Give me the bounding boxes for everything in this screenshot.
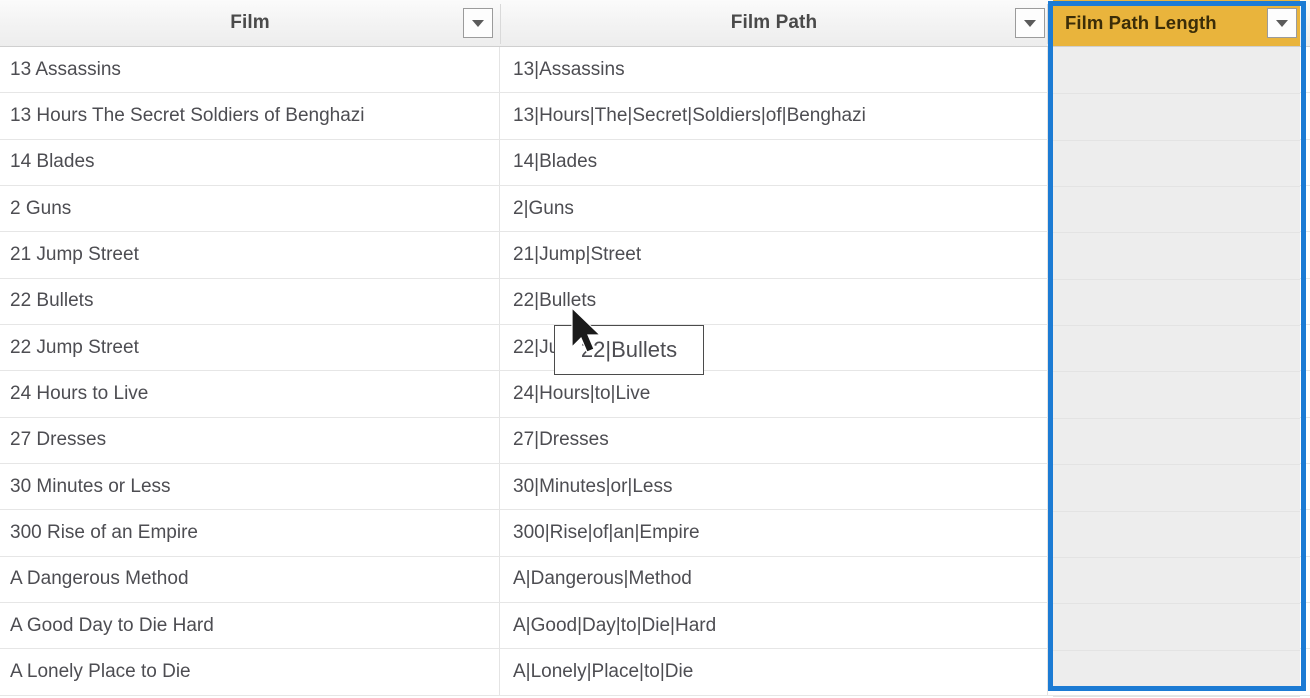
cell-film[interactable]: A Lonely Place to Die	[0, 649, 500, 695]
header-separator	[500, 4, 501, 44]
cell-film[interactable]: 13 Assassins	[0, 47, 500, 93]
cell-film-path-length[interactable]: 2	[1053, 186, 1300, 231]
cell-tooltip: 22|Bullets	[554, 325, 704, 375]
cell-tooltip-text: 22|Bullets	[580, 337, 678, 362]
cell-film[interactable]: 13 Hours The Secret Soldiers of Benghazi	[0, 93, 500, 139]
cell-film-path[interactable]: 13|Assassins	[500, 47, 1048, 93]
cell-film[interactable]: 22 Jump Street	[0, 325, 500, 371]
cell-film[interactable]: 27 Dresses	[0, 417, 500, 464]
column-header-film-path-label: Film Path	[730, 12, 818, 33]
cell-film-path-length[interactable]: 2	[1053, 140, 1300, 185]
cell-film[interactable]: 22 Bullets	[0, 278, 500, 325]
cell-film-path[interactable]: 13|Hours|The|Secret|Soldiers|of|Benghazi	[500, 93, 1048, 139]
filter-button-film-path[interactable]	[1015, 8, 1045, 38]
cell-film-path[interactable]: 27|Dresses	[500, 417, 1048, 464]
chevron-down-icon	[1276, 19, 1288, 27]
chevron-down-icon	[472, 19, 484, 27]
table-row[interactable]: A Lonely Place to Die A|Lonely|Place|to|D…	[0, 649, 1310, 696]
header-separator	[1047, 4, 1048, 44]
cell-film-path-length[interactable]: 5	[1053, 649, 1300, 694]
cell-film-path-length[interactable]: 7	[1053, 93, 1300, 138]
cell-film[interactable]: 2 Guns	[0, 186, 500, 232]
table-row[interactable]: 22 Bullets 22|Bullets 2	[0, 278, 1310, 326]
cell-film-path[interactable]: 21|Jump|Street	[500, 232, 1048, 278]
table-row[interactable]: A Good Day to Die Hard A|Good|Day|to|Die|…	[0, 603, 1310, 650]
cell-film-path[interactable]: 24|Hours|to|Live	[500, 371, 1048, 417]
cell-film-path-length[interactable]: 2	[1053, 47, 1300, 92]
cell-film[interactable]: 14 Blades	[0, 139, 500, 186]
column-header-film-label: Film	[230, 12, 270, 33]
column-header-film[interactable]: Film	[0, 0, 500, 46]
table-row[interactable]: 13 Hours The Secret Soldiers of Benghazi…	[0, 93, 1310, 140]
column-header-film-path-length[interactable]: Film Path Length	[1053, 0, 1300, 46]
cell-film[interactable]: 300 Rise of an Empire	[0, 510, 500, 556]
cell-film-path-length[interactable]: 6	[1053, 603, 1300, 648]
table-row[interactable]: 13 Assassins 13|Assassins 2	[0, 47, 1310, 94]
chevron-down-icon	[1024, 19, 1036, 27]
cell-film-path-length[interactable]: 3	[1053, 325, 1300, 370]
cell-film[interactable]: 24 Hours to Live	[0, 371, 500, 417]
filter-button-film[interactable]	[463, 8, 493, 38]
cell-film-path-length[interactable]: 3	[1053, 557, 1300, 602]
cell-film[interactable]: 21 Jump Street	[0, 232, 500, 278]
cell-film-path-length[interactable]: 2	[1053, 279, 1300, 324]
cell-film-path[interactable]: 300|Rise|of|an|Empire	[500, 510, 1048, 556]
column-header-film-path[interactable]: Film Path	[500, 0, 1048, 46]
table-row[interactable]: 30 Minutes or Less 30|Minutes|or|Less 4	[0, 464, 1310, 511]
table-row[interactable]: 14 Blades 14|Blades 2	[0, 139, 1310, 187]
cell-film[interactable]: 30 Minutes or Less	[0, 464, 500, 510]
cell-film-path-length[interactable]: 4	[1053, 464, 1300, 509]
cell-film-path[interactable]: 30|Minutes|or|Less	[500, 464, 1048, 510]
table-row[interactable]: 300 Rise of an Empire 300|Rise|of|an|Empi…	[0, 510, 1310, 557]
spreadsheet-grid: Film Film Path Film Path Length 13 Assas…	[0, 0, 1310, 698]
column-header-row: Film Film Path Film Path Length	[0, 0, 1310, 47]
cell-film-path[interactable]: A|Good|Day|to|Die|Hard	[500, 603, 1048, 649]
cell-film[interactable]: A Good Day to Die Hard	[0, 603, 500, 649]
cell-film-path[interactable]: A|Dangerous|Method	[500, 556, 1048, 603]
cell-film-path-length[interactable]: 2	[1053, 418, 1300, 463]
table-row[interactable]: 21 Jump Street 21|Jump|Street 3	[0, 232, 1310, 279]
table-row[interactable]: 2 Guns 2|Guns 2	[0, 186, 1310, 233]
cell-film-path-length[interactable]: 4	[1053, 371, 1300, 416]
cell-film-path[interactable]: 22|Bullets	[500, 278, 1048, 325]
cell-film-path-length[interactable]: 3	[1053, 232, 1300, 277]
cell-film-path[interactable]: 2|Guns	[500, 186, 1048, 232]
cell-film-path[interactable]: A|Lonely|Place|to|Die	[500, 649, 1048, 695]
table-row[interactable]: A Dangerous Method A|Dangerous|Method 3	[0, 556, 1310, 604]
cell-film-path-length[interactable]: 5	[1053, 510, 1300, 555]
table-row[interactable]: 24 Hours to Live 24|Hours|to|Live 4	[0, 371, 1310, 418]
cell-film[interactable]: A Dangerous Method	[0, 556, 500, 603]
table-row[interactable]: 27 Dresses 27|Dresses 2	[0, 417, 1310, 465]
column-header-film-path-length-label: Film Path Length	[1065, 12, 1217, 33]
filter-button-film-path-length[interactable]	[1267, 8, 1297, 38]
cell-film-path[interactable]: 14|Blades	[500, 139, 1048, 186]
